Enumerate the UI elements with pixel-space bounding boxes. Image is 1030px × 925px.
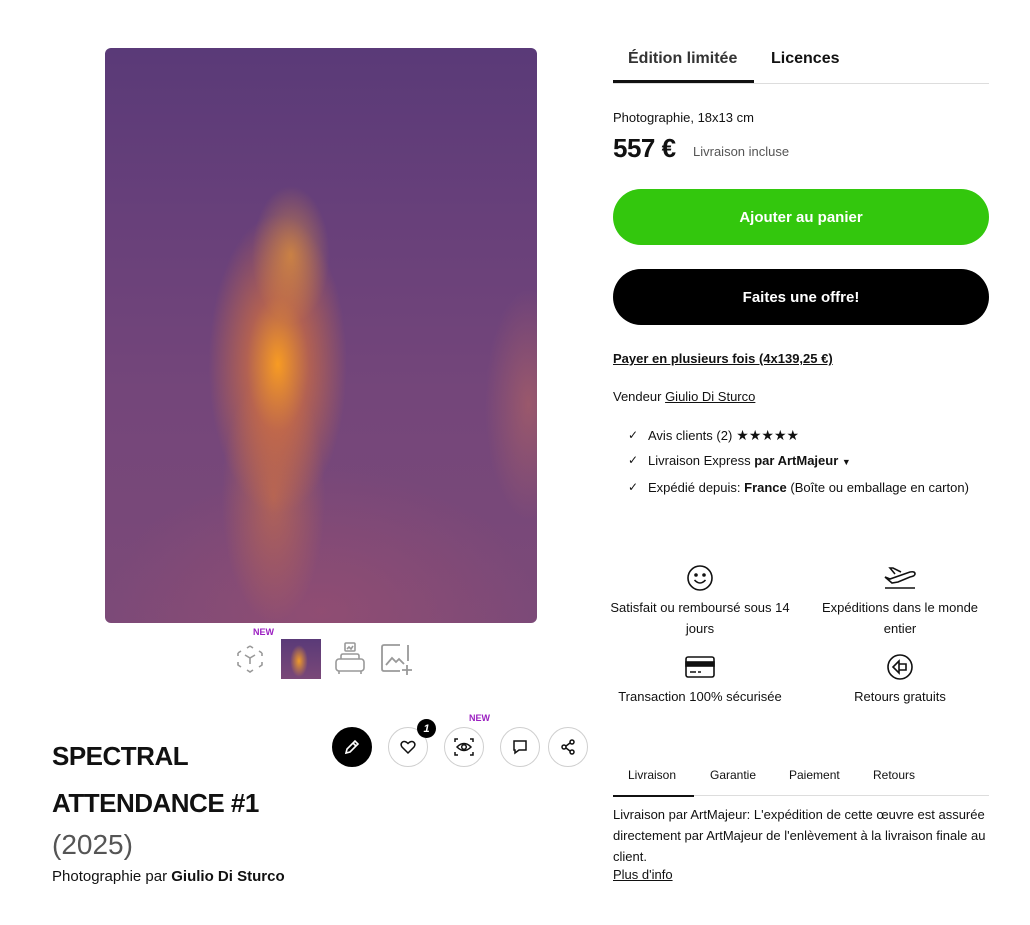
- share-button[interactable]: [548, 727, 588, 767]
- edit-button[interactable]: [332, 727, 372, 767]
- tab-limited-edition[interactable]: Édition limitée: [613, 50, 754, 83]
- artwork-year: (2025): [52, 829, 133, 860]
- new-badge: NEW: [253, 627, 274, 637]
- favorites-count-badge: 1: [417, 719, 436, 738]
- feature-reviews[interactable]: Avis clients (2)★★★★★: [628, 425, 978, 446]
- artwork-thumbnail[interactable]: [281, 639, 321, 679]
- reviews-label: Avis clients (2): [648, 428, 733, 443]
- guarantee-text: Retours gratuits: [854, 689, 946, 704]
- eye-scan-icon: [454, 738, 474, 756]
- seller-info: Vendeur Giulio Di Sturco: [613, 389, 755, 404]
- artwork-medium: Photographie, 18x13 cm: [613, 110, 754, 125]
- seller-link[interactable]: Giulio Di Sturco: [665, 389, 755, 404]
- express-bold: par ArtMajeur: [754, 453, 839, 468]
- smiley-icon: [687, 565, 713, 591]
- guarantee-satisfaction: Satisfait ou remboursé sous 14 jours: [610, 563, 790, 639]
- byline-prefix: Photographie par: [52, 868, 168, 885]
- caret-down-icon: ▼: [841, 457, 851, 467]
- credit-card-icon: [685, 656, 715, 678]
- express-prefix: Livraison Express: [648, 453, 751, 468]
- feature-shipped-from: Expédié depuis: France (Boîte ou emballa…: [628, 477, 978, 498]
- installments-link[interactable]: Payer en plusieurs fois (4x139,25 €): [613, 351, 833, 366]
- heart-icon: [400, 740, 416, 755]
- guarantee-text: Expéditions dans le monde entier: [821, 600, 979, 636]
- comment-icon: [513, 740, 527, 755]
- artwork-byline: Photographie par Giulio Di Sturco: [52, 868, 285, 885]
- view-new-badge: NEW: [469, 713, 490, 723]
- view-in-room-button[interactable]: [444, 727, 484, 767]
- make-offer-button[interactable]: Faites une offre!: [613, 269, 989, 325]
- price-note: Livraison incluse: [693, 144, 790, 159]
- tab-licences[interactable]: Licences: [771, 50, 839, 80]
- return-arrow-icon: [887, 654, 913, 680]
- room-view-icon[interactable]: [330, 639, 370, 679]
- feature-express[interactable]: Livraison Express par ArtMajeur ▼: [628, 450, 978, 473]
- pencil-icon: [344, 739, 360, 755]
- shipped-suffix: (Boîte ou emballage en carton): [790, 480, 969, 495]
- ar-view-icon[interactable]: [230, 639, 270, 679]
- share-icon: [561, 739, 575, 755]
- tab-delivery[interactable]: Livraison: [613, 768, 694, 797]
- price: 557 €: [613, 133, 676, 163]
- add-to-cart-button[interactable]: Ajouter au panier: [613, 189, 989, 245]
- guarantee-secure: Transaction 100% sécurisée: [610, 652, 790, 707]
- artist-link[interactable]: Giulio Di Sturco: [171, 868, 284, 885]
- tab-returns[interactable]: Retours: [873, 768, 915, 782]
- add-image-icon[interactable]: [376, 639, 416, 679]
- thumbnail-strip: NEW: [230, 627, 430, 683]
- feature-list: Avis clients (2)★★★★★ Livraison Express …: [628, 425, 978, 502]
- artwork-title: SPECTRAL ATTENDANCE #1: [52, 741, 259, 818]
- tab-payment[interactable]: Paiement: [789, 768, 840, 782]
- more-info-link[interactable]: Plus d'info: [613, 867, 673, 882]
- delivery-description: Livraison par ArtMajeur: L'expédition de…: [613, 807, 986, 864]
- artwork-image[interactable]: [105, 48, 537, 623]
- comment-button[interactable]: [500, 727, 540, 767]
- guarantee-text: Transaction 100% sécurisée: [618, 689, 782, 704]
- seller-label: Vendeur: [613, 389, 662, 404]
- shipped-country: France: [744, 480, 787, 495]
- tab-warranty[interactable]: Garantie: [710, 768, 756, 782]
- rating-stars-icon: ★★★★★: [736, 427, 800, 443]
- favorite-button[interactable]: 1: [388, 719, 436, 767]
- guarantee-worldwide: Expéditions dans le monde entier: [810, 563, 990, 639]
- guarantee-returns: Retours gratuits: [810, 652, 990, 707]
- shipped-prefix: Expédié depuis:: [648, 480, 741, 495]
- info-tabs: Livraison Garantie Paiement Retours: [613, 760, 989, 797]
- plane-icon: [884, 567, 916, 589]
- purchase-tabs: Édition limitée Licences: [613, 44, 989, 84]
- guarantee-text: Satisfait ou remboursé sous 14 jours: [610, 600, 790, 636]
